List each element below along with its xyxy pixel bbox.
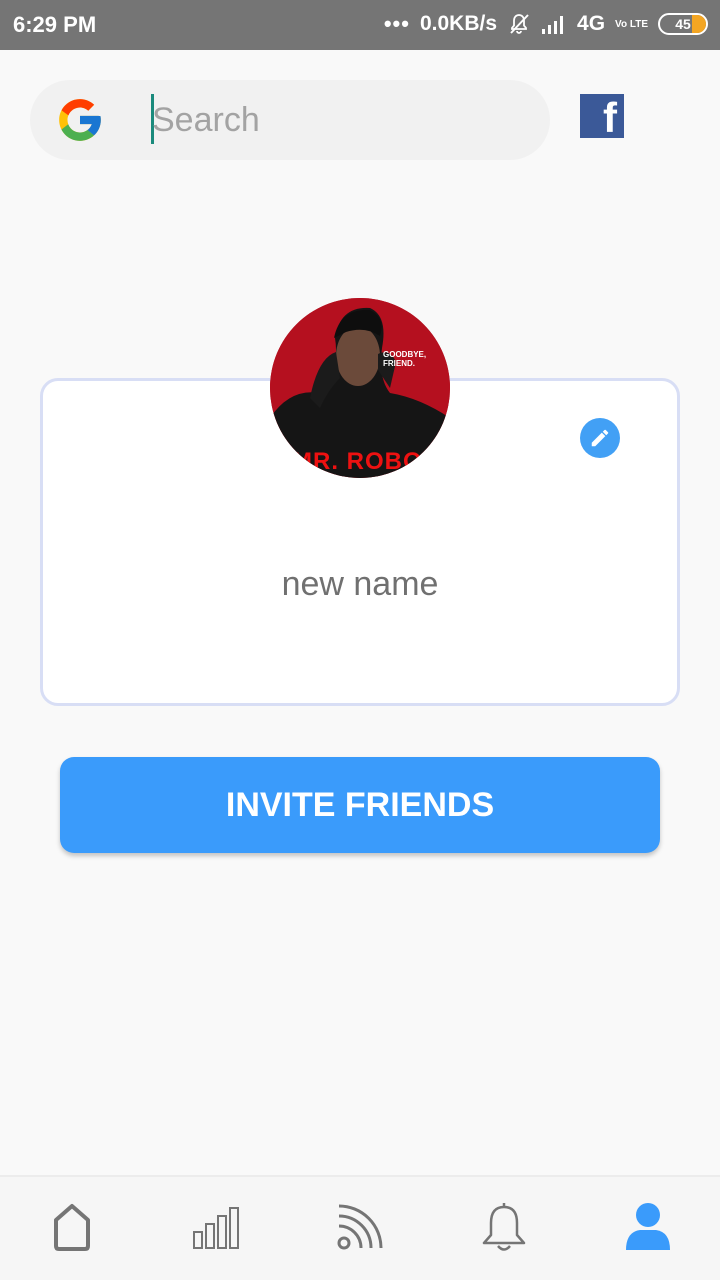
profile-icon (626, 1203, 670, 1250)
feed-icon (337, 1204, 383, 1250)
battery-icon: 45 (658, 13, 708, 35)
status-time: 6:29 PM (13, 12, 97, 37)
nav-item-profile[interactable] (618, 1197, 678, 1257)
edit-profile-button[interactable] (580, 418, 620, 458)
bell-icon (482, 1203, 526, 1251)
search-bar[interactable] (30, 80, 550, 160)
facebook-button[interactable]: f (580, 94, 624, 141)
nav-item-notifications[interactable] (474, 1197, 534, 1257)
stats-icon (193, 1207, 239, 1249)
volte-badge: Vo LTE (615, 18, 648, 30)
status-icons: ••• 0.0KB/s 4G Vo LTE 45 (384, 11, 708, 37)
network-type: 4G (577, 12, 606, 35)
bottom-nav (0, 1175, 720, 1280)
search-input[interactable] (152, 98, 522, 142)
nav-item-stats[interactable] (186, 1197, 246, 1257)
network-speed: 0.0KB/s (419, 12, 498, 35)
nav-item-home[interactable] (42, 1197, 102, 1257)
battery-level: 45 (675, 16, 691, 32)
nav-item-feed[interactable] (330, 1197, 390, 1257)
avatar-title: MR. ROBOT (292, 448, 439, 475)
signal-icon (542, 16, 564, 34)
home-icon (54, 1204, 90, 1251)
pencil-icon (591, 429, 609, 447)
avatar-tagline: GOODBYE, FRIEND. (383, 350, 427, 368)
notification-dots: ••• (383, 11, 410, 36)
avatar[interactable]: GOODBYE, FRIEND. MR. ROBOT (270, 298, 450, 478)
facebook-icon: f (603, 94, 617, 141)
invite-friends-button[interactable]: INVITE FRIENDS (60, 757, 660, 853)
profile-name: new name (281, 565, 439, 603)
google-icon (59, 99, 101, 141)
status-bar: 6:29 PM ••• 0.0KB/s 4G Vo LTE 45 (0, 0, 720, 50)
mute-bell-icon (510, 14, 529, 34)
